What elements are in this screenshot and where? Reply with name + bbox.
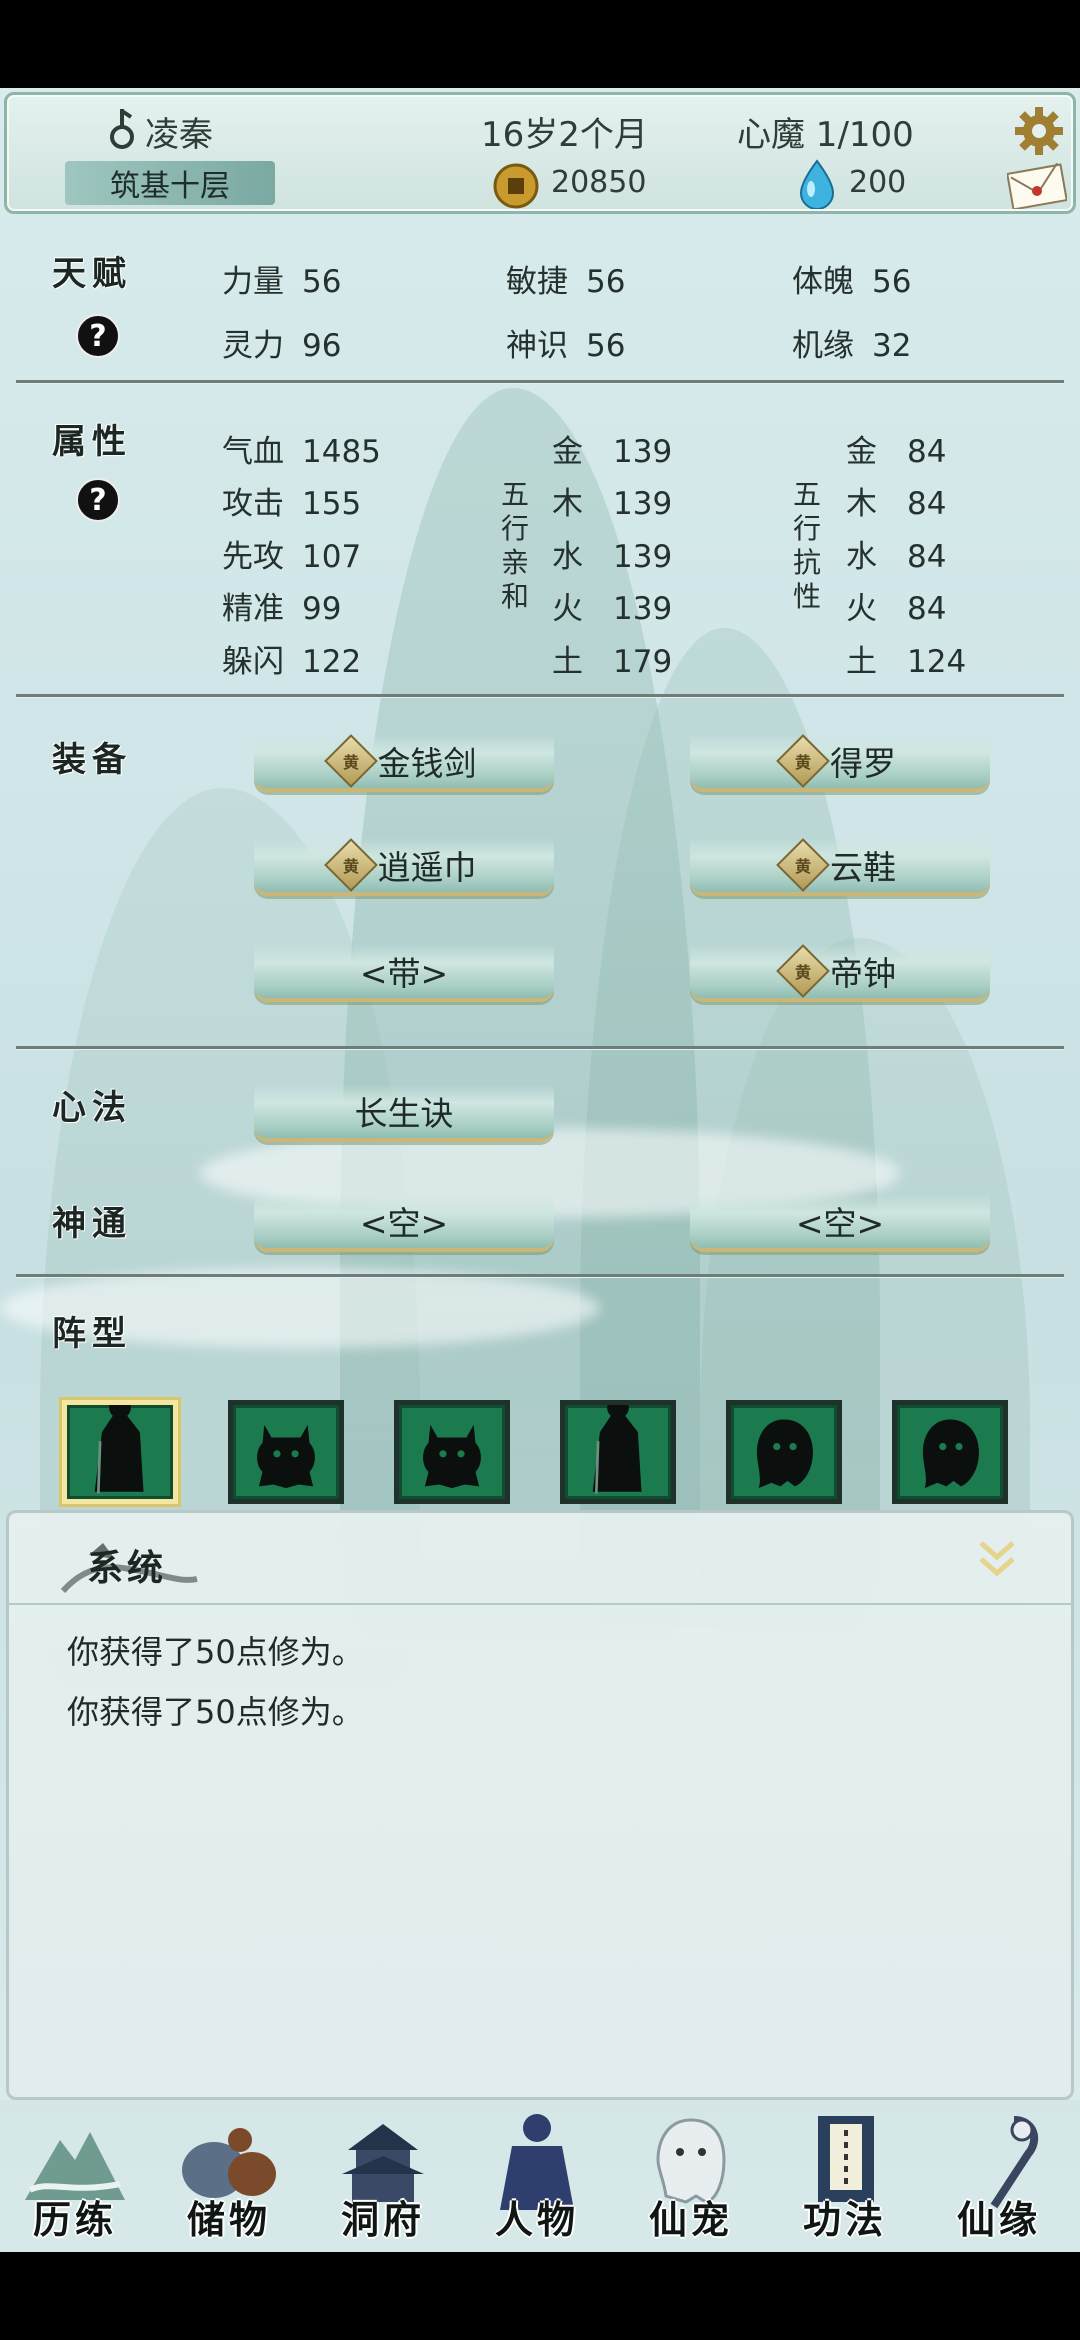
log-message: 你获得了50点修为。 (67, 1693, 364, 1731)
cloaked-figure-icon (592, 1405, 642, 1494)
power-slot-2[interactable]: <空> (690, 1194, 990, 1252)
section-divider (16, 694, 1064, 698)
stat-hp: 气血 1485 (222, 434, 381, 470)
nav-label: 功法 (802, 2197, 887, 2242)
stat-evasion: 躲闪 122 (222, 644, 362, 680)
powers-title: 神通 (52, 1204, 132, 1244)
affinity-earth: 土 179 (552, 644, 673, 680)
attributes-help-icon[interactable]: ? (76, 478, 120, 522)
equip-slot-belt[interactable]: <带> (254, 944, 554, 1002)
formation-slot-2[interactable] (228, 1400, 344, 1504)
resist-fire: 火 84 (846, 591, 947, 627)
affinity-label: 五行亲和 (500, 478, 529, 613)
attributes-title: 属性 (52, 422, 132, 462)
grade-badge-icon: 黄 (776, 734, 830, 788)
formation-slot-6[interactable] (892, 1400, 1008, 1504)
nav-fate[interactable]: 仙缘 (924, 2100, 1074, 2252)
log-message: 你获得了50点修为。 (67, 1633, 364, 1671)
nav-label: 仙宠 (648, 2197, 733, 2242)
formation-slot-5[interactable] (726, 1400, 842, 1504)
bottom-nav: 历练 储物 洞府 人物 仙宠 功法 仙缘 (0, 2100, 1080, 2252)
resist-earth: 土 124 (846, 644, 967, 680)
collapse-chevron-icon[interactable] (975, 1535, 1019, 1583)
stat-initiative: 先攻 107 (222, 539, 362, 575)
method-title: 心法 (52, 1088, 132, 1128)
nav-label: 仙缘 (956, 2197, 1041, 2242)
method-slot[interactable]: 长生诀 (254, 1084, 554, 1142)
equip-slot-weapon[interactable]: 黄金钱剑 (254, 734, 554, 792)
gender-icon (110, 109, 134, 149)
formation-slot-4[interactable] (560, 1400, 676, 1504)
system-log-title: 系统 (87, 1547, 168, 1589)
nav-cave-dwelling[interactable]: 洞府 (308, 2100, 458, 2252)
system-log-header: 系统 (9, 1513, 1071, 1605)
horned-beast-icon (257, 1424, 315, 1489)
equipment-title: 装备 (52, 740, 132, 780)
nav-label: 人物 (494, 2197, 579, 2242)
talent-title: 天赋 (52, 254, 132, 294)
equip-slot-artifact[interactable]: 黄帝钟 (690, 944, 990, 1002)
equip-slot-boots[interactable]: 黄云鞋 (690, 838, 990, 896)
ghost-icon (756, 1419, 813, 1489)
cloaked-figure-icon (94, 1405, 144, 1494)
stat-fortune: 机缘 32 (792, 328, 912, 364)
character-header: 凌秦 16岁2个月 心魔 1/100 筑基十层 20850 200 (4, 92, 1076, 214)
nav-label: 历练 (32, 2197, 117, 2242)
horned-beast-icon (423, 1424, 481, 1489)
resist-metal: 金 84 (846, 434, 947, 470)
nav-label: 洞府 (340, 2197, 425, 2242)
system-log-panel[interactable]: 系统 你获得了50点修为。 你获得了50点修为。 (6, 1510, 1074, 2100)
formation-title: 阵型 (52, 1314, 132, 1354)
coin-icon (493, 163, 539, 209)
affinity-water: 水 139 (552, 539, 673, 575)
grade-badge-icon: 黄 (776, 944, 830, 998)
affinity-metal: 金 139 (552, 434, 673, 470)
coin-count: 20850 (551, 165, 647, 200)
nav-training[interactable]: 历练 (0, 2100, 150, 2252)
equip-slot-headwear[interactable]: 黄逍遥巾 (254, 838, 554, 896)
character-age: 16岁2个月 (481, 115, 648, 155)
resist-wood: 木 84 (846, 486, 947, 522)
power-slot-1[interactable]: <空> (254, 1194, 554, 1252)
resist-label: 五行抗性 (792, 478, 821, 613)
stat-attack: 攻击 155 (222, 486, 362, 522)
spirit-stone-icon (799, 159, 835, 209)
stat-strength: 力量 56 (222, 264, 342, 300)
grade-badge-icon: 黄 (776, 838, 830, 892)
stat-agility: 敏捷 56 (506, 264, 626, 300)
nav-label: 储物 (186, 2197, 271, 2242)
mail-icon[interactable] (1007, 163, 1067, 209)
realm-badge[interactable]: 筑基十层 (65, 161, 275, 205)
settings-gear-icon[interactable] (1013, 105, 1065, 157)
stat-divine-sense: 神识 56 (506, 328, 626, 364)
section-divider (16, 1274, 1064, 1278)
nav-spirit-pet[interactable]: 仙宠 (616, 2100, 766, 2252)
resist-water: 水 84 (846, 539, 947, 575)
spirit-stone-count: 200 (849, 165, 907, 200)
stat-spirit-power: 灵力 96 (222, 328, 342, 364)
heart-demon-counter: 心魔 1/100 (737, 115, 914, 155)
nav-techniques[interactable]: 功法 (770, 2100, 920, 2252)
character-screen: 凌秦 16岁2个月 心魔 1/100 筑基十层 20850 200 天赋 ? 力… (0, 88, 1080, 2252)
grade-badge-icon: 黄 (323, 838, 378, 892)
affinity-fire: 火 139 (552, 591, 673, 627)
formation-slot-3[interactable] (394, 1400, 510, 1504)
system-nav-bar (0, 2252, 1080, 2340)
status-bar (0, 0, 1080, 88)
affinity-wood: 木 139 (552, 486, 673, 522)
section-divider (16, 380, 1064, 384)
nav-storage[interactable]: 储物 (154, 2100, 304, 2252)
stat-physique: 体魄 56 (792, 264, 912, 300)
stat-accuracy: 精准 99 (222, 591, 342, 627)
formation-slot-1[interactable] (62, 1400, 178, 1504)
section-divider (16, 1046, 1064, 1050)
equip-slot-robe[interactable]: 黄得罗 (690, 734, 990, 792)
character-name[interactable]: 凌秦 (145, 107, 213, 156)
talent-help-icon[interactable]: ? (76, 314, 120, 358)
nav-character[interactable]: 人物 (462, 2100, 612, 2252)
grade-badge-icon: 黄 (323, 734, 378, 788)
ghost-icon (922, 1419, 979, 1489)
